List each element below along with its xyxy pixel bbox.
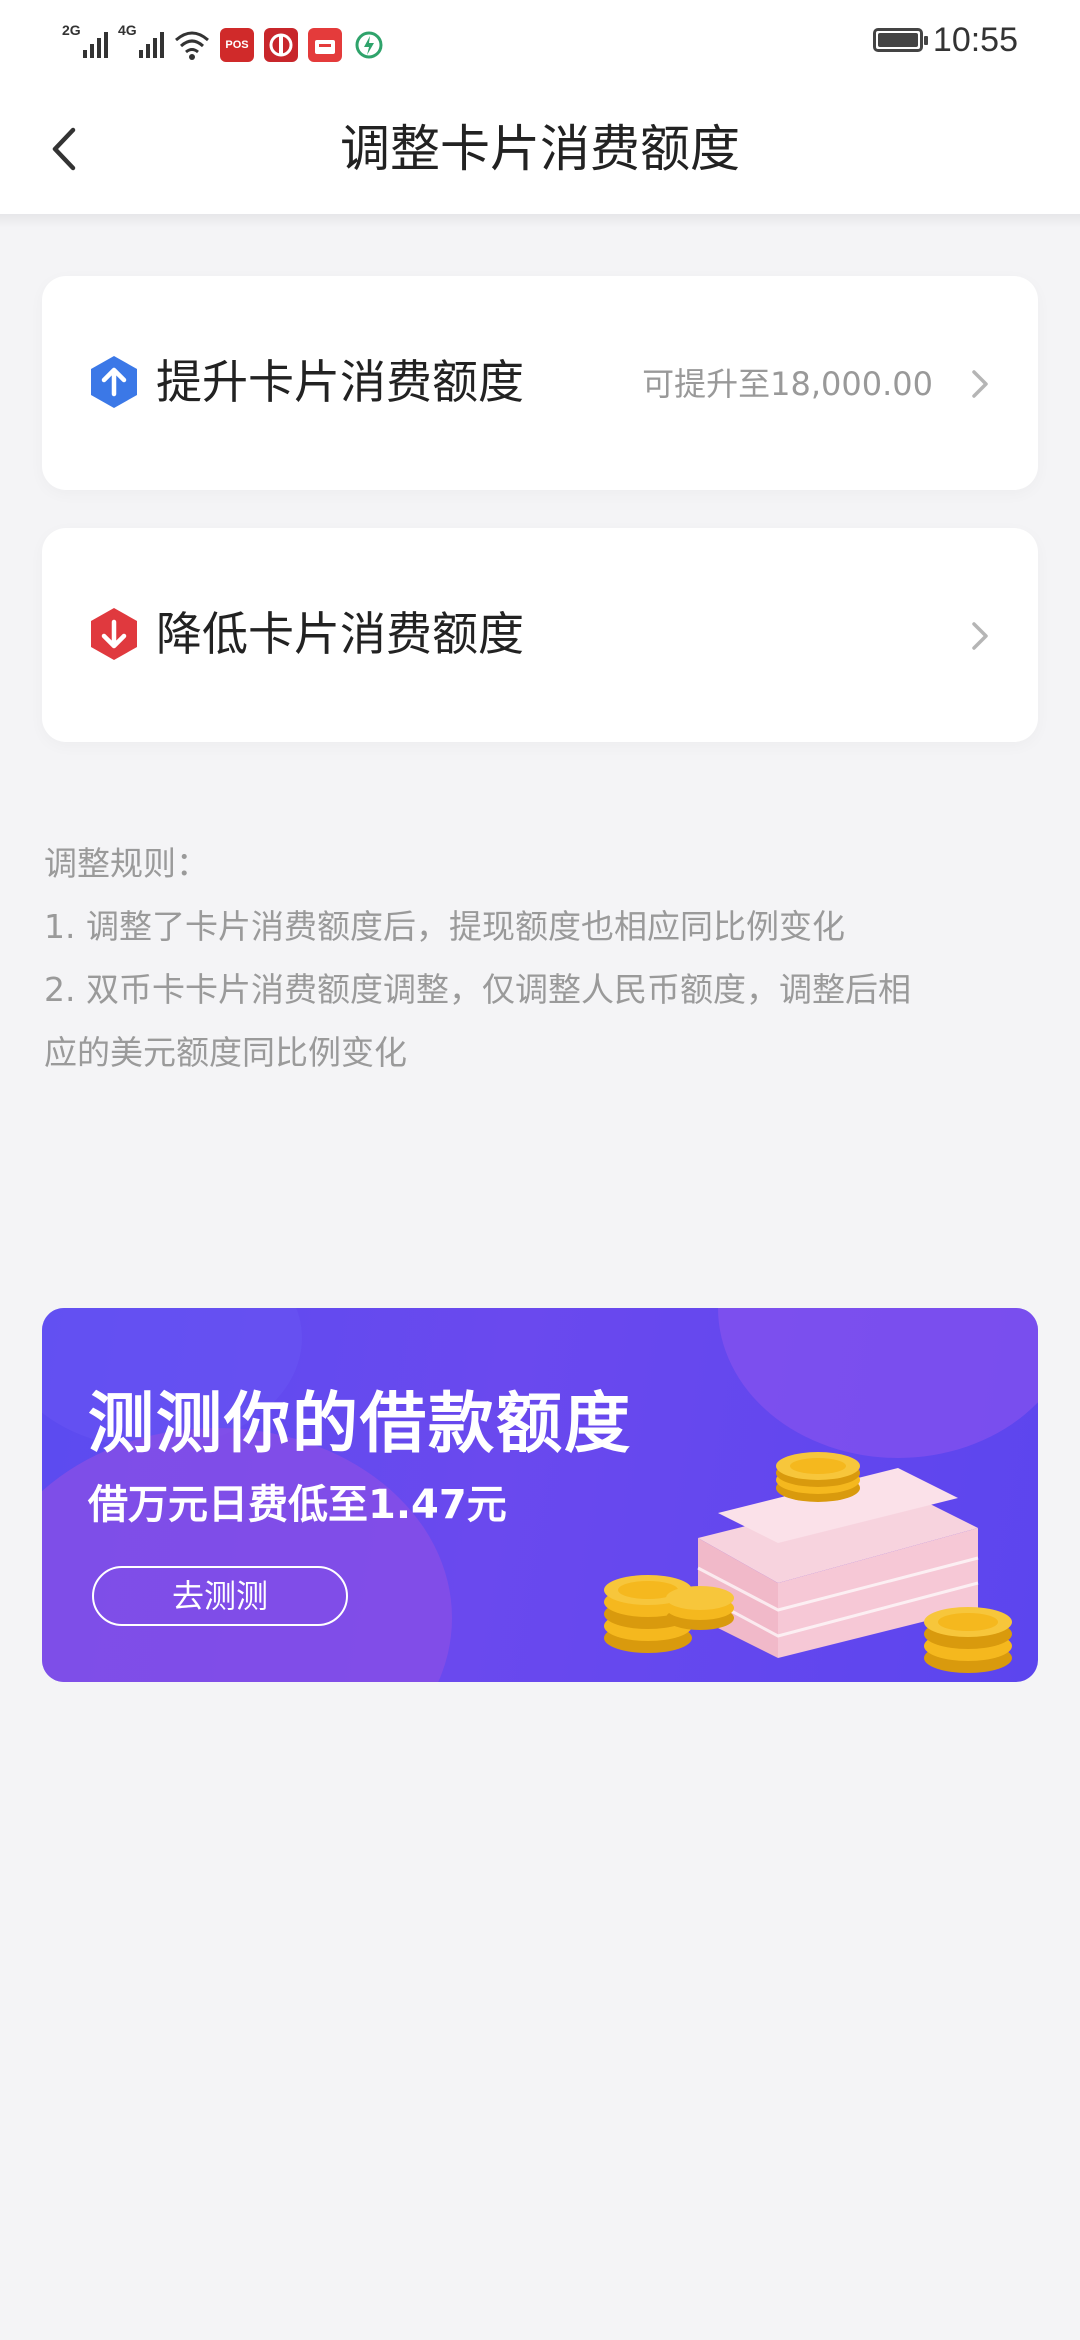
money-coins-illustration (604, 1452, 1012, 1673)
signal-2g-icon: 2G (62, 22, 108, 62)
raise-limit-hint: 可提升至18,000.00 (642, 365, 933, 403)
pos-app-icon: POS (220, 28, 254, 62)
test-now-button[interactable]: 去测测 (92, 1566, 348, 1626)
nav-bar: 调整卡片消费额度 (0, 84, 1080, 214)
chevron-right-icon (972, 370, 988, 398)
raise-arrow-icon (91, 356, 137, 408)
status-bar: 2G 4G POS 10:55 (0, 0, 1080, 84)
battery-icon (872, 28, 928, 52)
rules-item: 2. 双币卡卡片消费额度调整，仅调整人民币额度，调整后相 (44, 970, 911, 1009)
page-title: 调整卡片消费额度 (340, 120, 740, 178)
rules-item: 1. 调整了卡片消费额度后，提现额度也相应同比例变化 (44, 907, 845, 946)
banner-subtitle: 借万元日费低至1.47元 (88, 1482, 507, 1528)
raise-limit-label: 提升卡片消费额度 (156, 355, 524, 409)
nav-divider (0, 214, 1080, 228)
signal-4g-icon: 4G (118, 22, 164, 62)
banner-title: 测测你的借款额度 (88, 1385, 632, 1462)
signal-2g-label: 2G (62, 22, 81, 38)
charging-app-icon (352, 28, 386, 62)
lower-limit-option[interactable]: 降低卡片消费额度 (42, 528, 1038, 742)
loan-promo-banner[interactable]: 测测你的借款额度 借万元日费低至1.47元 去测测 (42, 1308, 1038, 1682)
rules-heading: 调整规则： (44, 844, 209, 883)
rules-item: 应的美元额度同比例变化 (44, 1033, 407, 1072)
lower-arrow-icon (91, 608, 137, 660)
citic-app-icon (264, 28, 298, 62)
signal-4g-label: 4G (118, 22, 137, 38)
adjustment-rules: 调整规则： 1. 调整了卡片消费额度后，提现额度也相应同比例变化 2. 双币卡卡… (44, 832, 1044, 1084)
chevron-right-icon (972, 622, 988, 650)
raise-limit-option[interactable]: 提升卡片消费额度 可提升至18,000.00 (42, 276, 1038, 490)
status-time: 10:55 (932, 20, 1018, 59)
status-icons-left: 2G 4G POS (62, 18, 386, 62)
shop-app-icon (308, 28, 342, 62)
lower-limit-label: 降低卡片消费额度 (156, 607, 524, 661)
status-icons-right: 10:55 (872, 18, 1018, 62)
wifi-icon (175, 31, 209, 60)
